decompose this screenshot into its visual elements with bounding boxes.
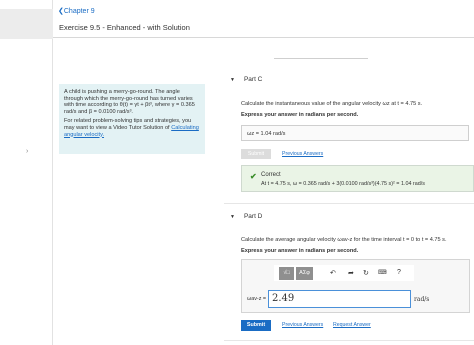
- answer-variable-label: ωav-z =: [247, 296, 267, 302]
- part-c-header[interactable]: ▼ Part C: [230, 76, 262, 83]
- request-answer-link[interactable]: Request Answer: [333, 322, 371, 328]
- correct-feedback: ✔ Correct At t = 4.75 s, ω = 0.365 rad/s…: [241, 165, 474, 192]
- correct-status: Correct: [261, 172, 281, 178]
- part-d-previous-answers-link[interactable]: Previous Answers: [282, 322, 323, 328]
- divider: [274, 58, 368, 59]
- answer-units: rad/s: [414, 296, 430, 303]
- math-input-panel: √□ ΑΣφ ↶ ➦ ↻ ⌨ ? ωav-z = 2.49 rad/s: [241, 259, 470, 313]
- equation-toolbar: [274, 265, 414, 281]
- part-d-question: Calculate the average angular velocity ω…: [241, 237, 447, 243]
- fraction-sqrt-template-button[interactable]: √□: [279, 267, 294, 280]
- redo-icon[interactable]: ➦: [348, 269, 354, 277]
- help-icon[interactable]: ?: [397, 269, 401, 276]
- part-c-answer-box: ωz = 1.04 rad/s: [241, 125, 469, 141]
- part-d-submit-button[interactable]: Submit: [241, 320, 271, 331]
- page-title: Exercise 9.5 - Enhanced - with Solution: [59, 23, 190, 32]
- bottom-divider: [224, 340, 474, 341]
- undo-icon[interactable]: ↶: [330, 269, 336, 277]
- sidebar-band: [0, 9, 53, 39]
- correct-detail: At t = 4.75 s, ω = 0.365 rad/s + 3(0.010…: [261, 181, 425, 187]
- part-divider: [224, 203, 474, 204]
- chevron-right-icon[interactable]: ›: [26, 148, 28, 155]
- greek-symbols-button[interactable]: ΑΣφ: [296, 267, 313, 280]
- checkmark-icon: ✔: [250, 172, 257, 181]
- back-link-label: Chapter 9: [63, 8, 95, 15]
- collapse-triangle-icon: ▼: [230, 77, 235, 83]
- part-c-label: Part C: [243, 76, 263, 83]
- part-d-header[interactable]: ▼ Part D: [230, 213, 262, 220]
- collapse-triangle-icon: ▼: [230, 214, 235, 220]
- part-c-instruction: Express your answer in radians per secon…: [241, 112, 359, 118]
- tips-text: For related problem-solving tips and str…: [64, 118, 200, 138]
- reset-icon[interactable]: ↻: [363, 269, 369, 277]
- problem-statement-box: A child is pushing a merry-go-round. The…: [59, 84, 205, 154]
- part-d-label: Part D: [243, 213, 263, 220]
- problem-text: A child is pushing a merry-go-round. The…: [64, 89, 195, 115]
- left-sidebar: ›: [0, 0, 53, 345]
- part-c-previous-answers-link[interactable]: Previous Answers: [282, 151, 323, 157]
- part-d-instruction: Express your answer in radians per secon…: [241, 248, 359, 254]
- header-divider: [53, 37, 474, 38]
- part-c-submit-button[interactable]: Submit: [241, 149, 271, 159]
- part-c-question: Calculate the instantaneous value of the…: [241, 101, 423, 107]
- keyboard-icon[interactable]: ⌨: [378, 269, 387, 276]
- answer-input[interactable]: 2.49: [268, 290, 411, 308]
- back-to-chapter-link[interactable]: ❮Chapter 9: [58, 7, 95, 15]
